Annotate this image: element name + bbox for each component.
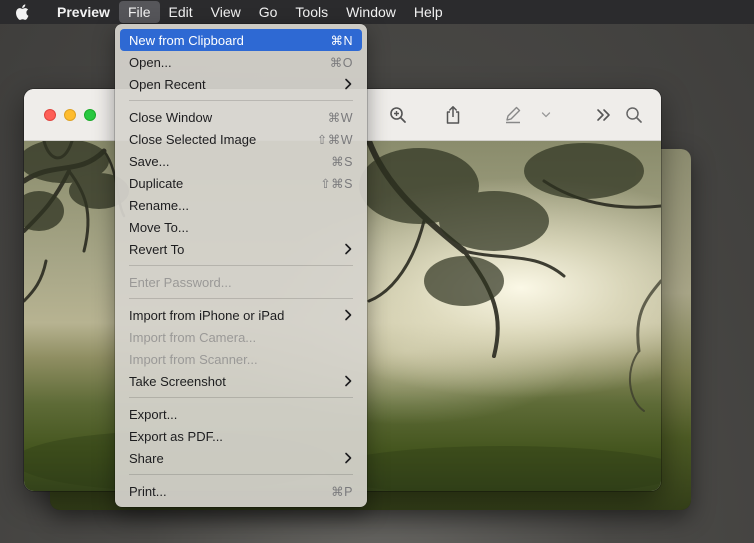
- share-icon: [446, 106, 460, 124]
- menu-view[interactable]: View: [202, 1, 250, 23]
- menu-item-label: Move To...: [129, 219, 189, 235]
- menu-separator: [129, 474, 353, 475]
- search-button[interactable]: [622, 103, 646, 127]
- minimize-window-button[interactable]: [64, 109, 76, 121]
- menu-item-close-window[interactable]: Close Window ⌘W: [120, 106, 362, 128]
- menu-item-import-from-iphone-or-ipad[interactable]: Import from iPhone or iPad: [120, 304, 362, 326]
- chevron-right-icon: [343, 78, 353, 90]
- menu-item-label: Export as PDF...: [129, 428, 223, 444]
- menu-separator: [129, 397, 353, 398]
- chevron-down-icon: [541, 112, 551, 118]
- apple-logo-icon: [16, 4, 29, 20]
- menu-edit[interactable]: Edit: [160, 1, 202, 23]
- menu-item-duplicate[interactable]: Duplicate ⇧⌘S: [120, 172, 362, 194]
- app-menu-preview[interactable]: Preview: [44, 1, 119, 23]
- menu-item-label: Print...: [129, 483, 167, 499]
- markup-button[interactable]: [501, 103, 525, 127]
- menu-item-label: Rename...: [129, 197, 189, 213]
- menu-go[interactable]: Go: [250, 1, 287, 23]
- menu-help[interactable]: Help: [405, 1, 452, 23]
- menu-item-enter-password: Enter Password...: [120, 271, 362, 293]
- chevron-right-icon: [343, 243, 353, 255]
- menu-item-export-as-pdf[interactable]: Export as PDF...: [120, 425, 362, 447]
- menu-item-label: Export...: [129, 406, 178, 422]
- menu-separator: [129, 298, 353, 299]
- file-menu-dropdown: New from Clipboard ⌘N Open... ⌘O Open Recent…: [115, 24, 367, 507]
- close-window-button[interactable]: [44, 109, 56, 121]
- menu-item-import-from-scanner: Import from Scanner...: [120, 348, 362, 370]
- markup-dropdown-button[interactable]: [536, 103, 556, 127]
- menu-item-label: Open Recent: [129, 76, 206, 92]
- menu-item-move-to[interactable]: Move To...: [120, 216, 362, 238]
- chevron-right-icon: [343, 452, 353, 464]
- zoom-window-button[interactable]: [84, 109, 96, 121]
- menu-item-shortcut: ⇧⌘S: [320, 176, 353, 191]
- menu-separator: [129, 265, 353, 266]
- menu-item-label: Take Screenshot: [129, 373, 226, 389]
- menu-item-close-selected-image[interactable]: Close Selected Image ⇧⌘W: [120, 128, 362, 150]
- menu-window[interactable]: Window: [337, 1, 405, 23]
- menu-item-rename[interactable]: Rename...: [120, 194, 362, 216]
- menu-item-share[interactable]: Share: [120, 447, 362, 469]
- share-button[interactable]: [441, 103, 465, 127]
- search-icon: [626, 107, 642, 123]
- menu-item-shortcut: ⌘W: [327, 110, 353, 125]
- menu-item-import-from-camera: Import from Camera...: [120, 326, 362, 348]
- menu-item-shortcut: ⌘N: [330, 33, 353, 48]
- menu-item-label: New from Clipboard: [129, 32, 244, 48]
- menu-item-take-screenshot[interactable]: Take Screenshot: [120, 370, 362, 392]
- menu-item-shortcut: ⌘O: [329, 55, 353, 70]
- menu-separator: [129, 100, 353, 101]
- menu-item-save[interactable]: Save... ⌘S: [120, 150, 362, 172]
- more-chevrons-icon: [597, 109, 610, 121]
- menu-item-new-from-clipboard[interactable]: New from Clipboard ⌘N: [120, 29, 362, 51]
- menu-item-label: Save...: [129, 153, 170, 169]
- zoom-in-button[interactable]: [386, 103, 410, 127]
- apple-menu-button[interactable]: [0, 0, 44, 24]
- chevron-right-icon: [343, 375, 353, 387]
- menu-item-label: Revert To: [129, 241, 185, 257]
- menu-item-open-recent[interactable]: Open Recent: [120, 73, 362, 95]
- menu-item-label: Import from Camera...: [129, 329, 257, 345]
- markup-pen-icon: [506, 106, 521, 124]
- menu-item-revert-to[interactable]: Revert To: [120, 238, 362, 260]
- menu-item-label: Enter Password...: [129, 274, 232, 290]
- menu-item-shortcut: ⇧⌘W: [316, 132, 353, 147]
- chevron-right-icon: [343, 309, 353, 321]
- menu-item-open[interactable]: Open... ⌘O: [120, 51, 362, 73]
- menu-file[interactable]: File: [118, 1, 160, 23]
- menu-item-shortcut: ⌘P: [331, 484, 353, 499]
- menu-item-label: Open...: [129, 54, 172, 70]
- menu-item-shortcut: ⌘S: [331, 154, 353, 169]
- zoom-in-icon: [390, 107, 406, 123]
- menu-item-label: Duplicate: [129, 175, 184, 191]
- menu-item-label: Import from iPhone or iPad: [129, 307, 285, 323]
- menu-item-label: Import from Scanner...: [129, 351, 258, 367]
- more-toolbar-items-button[interactable]: [592, 103, 616, 127]
- menu-item-export[interactable]: Export...: [120, 403, 362, 425]
- menu-tools[interactable]: Tools: [286, 1, 337, 23]
- menu-bar: Preview File Edit View Go Tools Window H…: [0, 0, 754, 24]
- menu-item-label: Close Selected Image: [129, 131, 257, 147]
- menu-item-print[interactable]: Print... ⌘P: [120, 480, 362, 502]
- menu-item-label: Share: [129, 450, 164, 466]
- menu-item-label: Close Window: [129, 109, 213, 125]
